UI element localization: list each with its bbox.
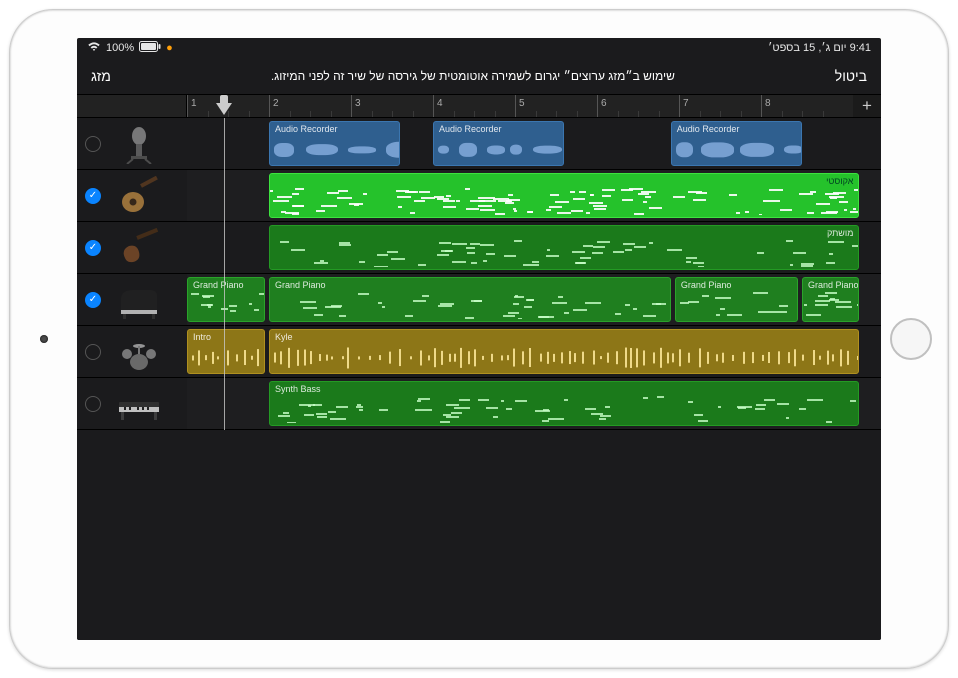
ruler-bar[interactable]: 7 bbox=[679, 95, 689, 117]
front-camera bbox=[40, 335, 48, 343]
track-lane-piano[interactable]: Grand Piano Grand Piano Grand Piano Grand P… bbox=[187, 274, 881, 326]
track-select-radio[interactable] bbox=[85, 344, 101, 360]
region-label: Intro bbox=[193, 332, 259, 342]
timeline-ruler[interactable]: 1 2 3 4 5 6 7 8 + bbox=[77, 94, 881, 118]
region[interactable]: Intro bbox=[187, 329, 265, 374]
track-lane-bass[interactable]: מושתק bbox=[187, 222, 881, 274]
status-bar: 100% ● 9:41 יום ג׳, 15 בספט׳ bbox=[77, 38, 881, 58]
ruler-bar[interactable]: 8 bbox=[761, 95, 771, 117]
tracks-area: Audio Recorder Audio Recorder Audio Record… bbox=[77, 118, 881, 640]
region-label: אקוסטי bbox=[275, 176, 853, 186]
mic-icon bbox=[109, 123, 169, 165]
wifi-icon bbox=[87, 41, 101, 55]
track-select-radio[interactable] bbox=[85, 240, 101, 256]
track-header-drums[interactable] bbox=[77, 326, 187, 378]
nav-title: שימוש ב״מזג ערוצים״ יגרום לשמירה אוטומטי… bbox=[111, 69, 835, 83]
battery-pct: 100% bbox=[106, 42, 134, 54]
ruler-bar[interactable]: 2 bbox=[269, 95, 279, 117]
guitar-icon bbox=[109, 175, 169, 217]
region-label: Audio Recorder bbox=[677, 124, 796, 134]
region-label: Grand Piano bbox=[681, 280, 792, 290]
ruler-ticks[interactable]: 1 2 3 4 5 6 7 8 bbox=[187, 95, 881, 117]
track-header-synth[interactable] bbox=[77, 378, 187, 430]
region[interactable]: Grand Piano bbox=[802, 277, 859, 322]
region-label: Kyle bbox=[275, 332, 853, 342]
battery-icon bbox=[139, 41, 161, 55]
track-lanes[interactable]: Audio Recorder Audio Recorder Audio Record… bbox=[187, 118, 881, 640]
region-label: Audio Recorder bbox=[439, 124, 558, 134]
region[interactable]: Audio Recorder bbox=[269, 121, 400, 166]
bass-icon bbox=[109, 227, 169, 269]
playhead-marker[interactable] bbox=[216, 95, 232, 111]
track-header-bass[interactable] bbox=[77, 222, 187, 274]
track-select-radio[interactable] bbox=[85, 396, 101, 412]
region[interactable]: מושתק bbox=[269, 225, 859, 270]
app-screen: 100% ● 9:41 יום ג׳, 15 בספט׳ מזג שימוש ב… bbox=[77, 38, 881, 640]
status-time-date: 9:41 יום ג׳, 15 בספט׳ bbox=[768, 42, 871, 54]
region-label: Audio Recorder bbox=[275, 124, 394, 134]
region-label: Grand Piano bbox=[808, 280, 853, 290]
track-lane-mic[interactable]: Audio Recorder Audio Recorder Audio Record… bbox=[187, 118, 881, 170]
ruler-bar[interactable]: 3 bbox=[351, 95, 361, 117]
drums-icon bbox=[109, 331, 169, 373]
region[interactable]: Kyle bbox=[269, 329, 859, 374]
track-lane-acoustic[interactable]: אקוסטי bbox=[187, 170, 881, 222]
region[interactable]: Synth Bass bbox=[269, 381, 859, 426]
ruler-bar[interactable]: 6 bbox=[597, 95, 607, 117]
region[interactable]: Audio Recorder bbox=[671, 121, 802, 166]
track-header-piano[interactable] bbox=[77, 274, 187, 326]
region-label: מושתק bbox=[275, 228, 853, 238]
track-select-radio[interactable] bbox=[85, 136, 101, 152]
track-select-radio[interactable] bbox=[85, 292, 101, 308]
cancel-button[interactable]: ביטול bbox=[835, 68, 867, 84]
merge-button[interactable]: מזג bbox=[91, 68, 111, 84]
ipad-frame: 100% ● 9:41 יום ג׳, 15 בספט׳ מזג שימוש ב… bbox=[9, 9, 949, 669]
track-lane-drums[interactable]: Intro Kyle bbox=[187, 326, 881, 378]
region[interactable]: Grand Piano bbox=[675, 277, 798, 322]
add-section-button[interactable]: + bbox=[853, 95, 881, 117]
nav-bar: מזג שימוש ב״מזג ערוצים״ יגרום לשמירה אוט… bbox=[77, 58, 881, 94]
keyboard-icon bbox=[109, 383, 169, 425]
track-lane-synth[interactable]: Synth Bass bbox=[187, 378, 881, 430]
region-label: Grand Piano bbox=[193, 280, 259, 290]
track-header-mic[interactable] bbox=[77, 118, 187, 170]
region-label: Grand Piano bbox=[275, 280, 665, 290]
recording-indicator-icon: ● bbox=[166, 42, 173, 54]
piano-icon bbox=[109, 279, 169, 321]
home-button[interactable] bbox=[890, 318, 932, 360]
region[interactable]: Audio Recorder bbox=[433, 121, 564, 166]
track-header-acoustic[interactable] bbox=[77, 170, 187, 222]
region-label: Synth Bass bbox=[275, 384, 853, 394]
track-select-radio[interactable] bbox=[85, 188, 101, 204]
ruler-bar[interactable]: 4 bbox=[433, 95, 443, 117]
region[interactable]: אקוסטי bbox=[269, 173, 859, 218]
ruler-bar[interactable]: 5 bbox=[515, 95, 525, 117]
ruler-bar[interactable]: 1 bbox=[187, 95, 197, 117]
region[interactable]: Grand Piano bbox=[269, 277, 671, 322]
ruler-spacer bbox=[77, 95, 187, 117]
region[interactable]: Grand Piano bbox=[187, 277, 265, 322]
track-headers bbox=[77, 118, 187, 640]
